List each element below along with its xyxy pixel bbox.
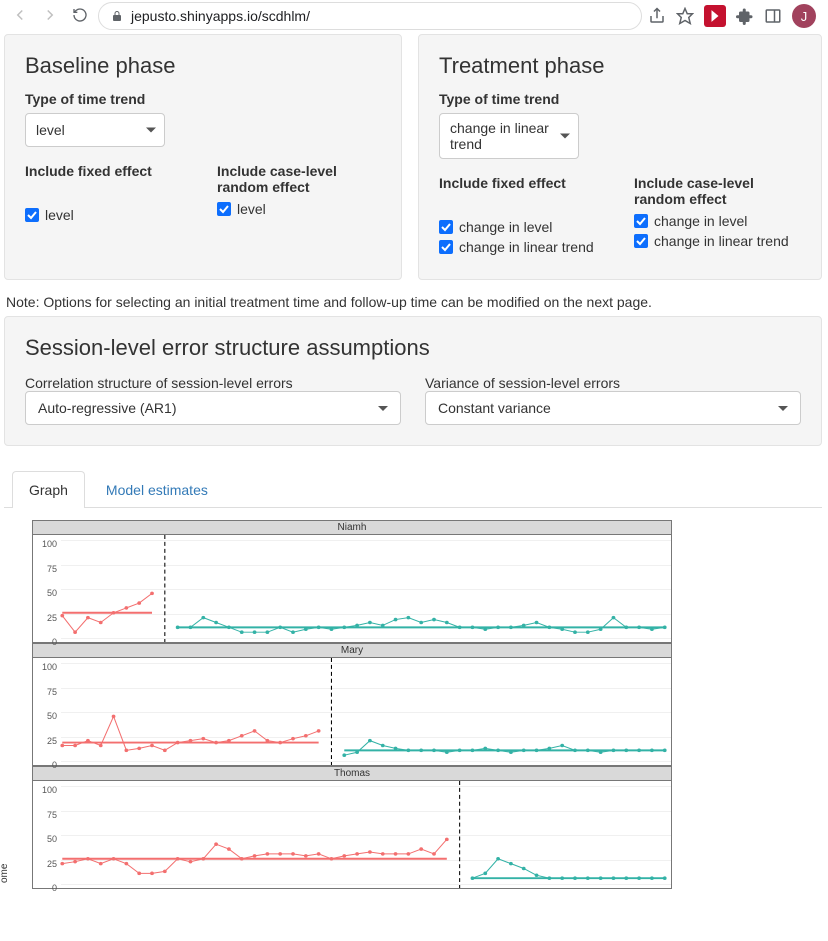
treatment-random-row-1[interactable]: change in linear trend (634, 233, 801, 249)
treatment-title: Treatment phase (439, 53, 801, 79)
baseline-title: Baseline phase (25, 53, 381, 79)
url-text: jepusto.shinyapps.io/scdhlm/ (131, 8, 310, 24)
facet-title: Thomas (32, 766, 672, 781)
tab-model-estimates[interactable]: Model estimates (89, 471, 225, 508)
options-note: Note: Options for selecting an initial t… (6, 294, 822, 310)
chart-area: ome Niamh0255075100Mary0255075100Thomas0… (4, 508, 822, 889)
treatment-fixed-opt-1: change in linear trend (459, 239, 594, 255)
var-value: Constant variance (438, 400, 551, 416)
facet-title: Niamh (32, 520, 672, 535)
baseline-random-level-row[interactable]: level (217, 201, 381, 217)
baseline-fixed-label: Include fixed effect (25, 163, 189, 179)
corr-label: Correlation structure of session-level e… (25, 375, 401, 391)
baseline-fixed-opt-0: level (45, 207, 74, 223)
chevron-down-icon (378, 406, 388, 411)
nav-reload-icon[interactable] (68, 7, 92, 26)
corr-select[interactable]: Auto-regressive (AR1) (25, 391, 401, 425)
error-structure-panel: Session-level error structure assumption… (4, 316, 822, 446)
corr-value: Auto-regressive (AR1) (38, 400, 177, 416)
nav-back-icon[interactable] (8, 6, 32, 27)
treatment-trend-value: change in linear trend (450, 120, 550, 152)
address-bar[interactable]: jepusto.shinyapps.io/scdhlm/ (98, 2, 642, 30)
browser-toolbar: jepusto.shinyapps.io/scdhlm/ J (0, 0, 828, 34)
checkbox-checked-icon[interactable] (439, 240, 453, 254)
lock-icon (111, 10, 123, 22)
chevron-down-icon (146, 128, 156, 133)
panel-icon[interactable] (764, 7, 782, 25)
checkbox-checked-icon[interactable] (25, 208, 39, 222)
baseline-trend-value: level (36, 122, 65, 138)
baseline-random-opt-0: level (237, 201, 266, 217)
facet-title: Mary (32, 643, 672, 658)
treatment-fixed-row-1[interactable]: change in linear trend (439, 239, 606, 255)
share-icon[interactable] (648, 7, 666, 25)
var-select[interactable]: Constant variance (425, 391, 801, 425)
treatment-panel: Treatment phase Type of time trend chang… (418, 34, 822, 280)
checkbox-checked-icon[interactable] (217, 202, 231, 216)
star-icon[interactable] (676, 7, 694, 25)
treatment-trend-label: Type of time trend (439, 91, 801, 107)
checkbox-checked-icon[interactable] (634, 234, 648, 248)
treatment-fixed-label: Include fixed effect (439, 175, 606, 191)
var-label: Variance of session-level errors (425, 375, 801, 391)
treatment-random-label: Include case-level random effect (634, 175, 801, 207)
browser-extensions: J (648, 4, 820, 28)
treatment-trend-select[interactable]: change in linear trend (439, 113, 579, 159)
y-axis-title: ome (0, 864, 10, 883)
checkbox-checked-icon[interactable] (439, 220, 453, 234)
plot-svg (33, 535, 671, 642)
baseline-random-label: Include case-level random effect (217, 163, 381, 195)
tab-graph[interactable]: Graph (12, 471, 85, 508)
nav-forward-icon[interactable] (38, 6, 62, 27)
facet-plot: 0255075100 (32, 658, 672, 766)
treatment-fixed-row-0[interactable]: change in level (439, 219, 606, 235)
treatment-random-opt-0: change in level (654, 213, 747, 229)
pdf-extension-icon[interactable] (704, 5, 726, 27)
baseline-panel: Baseline phase Type of time trend level … (4, 34, 402, 280)
treatment-fixed-opt-0: change in level (459, 219, 552, 235)
baseline-trend-select[interactable]: level (25, 113, 165, 147)
chevron-down-icon (778, 406, 788, 411)
facet-plot: 0255075100 (32, 535, 672, 643)
treatment-random-opt-1: change in linear trend (654, 233, 789, 249)
treatment-random-row-0[interactable]: change in level (634, 213, 801, 229)
facet-plot: 0255075100 (32, 781, 672, 889)
baseline-trend-label: Type of time trend (25, 91, 381, 107)
profile-avatar[interactable]: J (792, 4, 816, 28)
checkbox-checked-icon[interactable] (634, 214, 648, 228)
chevron-down-icon (560, 134, 570, 139)
plot-svg (33, 781, 671, 888)
extensions-icon[interactable] (736, 7, 754, 25)
plot-svg (33, 658, 671, 765)
result-tabs: Graph Model estimates (4, 470, 822, 508)
error-structure-title: Session-level error structure assumption… (25, 335, 801, 361)
baseline-fixed-level-row[interactable]: level (25, 207, 189, 223)
